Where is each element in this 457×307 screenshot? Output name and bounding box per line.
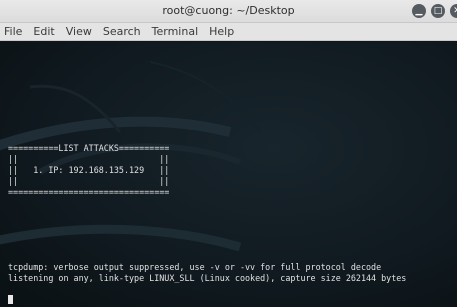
output-line: listening on any, link-type LINUX_SLL (L… [8, 273, 407, 283]
banner-line: || 1. IP: 192.168.135.129 || [8, 165, 170, 175]
menu-file[interactable]: File [4, 25, 22, 38]
attack-list-banner: ==========LIST ATTACKS========== || || |… [8, 143, 169, 198]
menu-bar: File Edit View Search Terminal Help [0, 23, 457, 41]
tcpdump-output: tcpdump: verbose output suppressed, use … [8, 262, 406, 284]
maximize-button[interactable]: □ [431, 4, 445, 18]
menu-view[interactable]: View [66, 25, 92, 38]
menu-help[interactable]: Help [209, 25, 234, 38]
menu-edit[interactable]: Edit [33, 25, 54, 38]
close-icon: ✕ [453, 6, 457, 16]
maximize-icon: □ [433, 6, 443, 16]
terminal-area[interactable]: ==========LIST ATTACKS========== || || |… [0, 42, 457, 307]
banner-line: || || [8, 176, 170, 186]
banner-line: || || [8, 154, 170, 164]
minimize-button[interactable]: ▁ [412, 4, 426, 18]
terminal-cursor [8, 295, 13, 304]
close-button[interactable]: ✕ [450, 4, 457, 18]
output-line: tcpdump: verbose output suppressed, use … [8, 262, 382, 272]
minimize-icon: ▁ [415, 6, 423, 16]
menu-search[interactable]: Search [103, 25, 141, 38]
terminal-window: root@cuong: ~/Desktop ▁ □ ✕ File Edit Vi… [0, 0, 457, 307]
title-bar[interactable]: root@cuong: ~/Desktop ▁ □ ✕ [0, 0, 457, 23]
banner-line: ==========LIST ATTACKS========== [8, 143, 170, 153]
menu-terminal[interactable]: Terminal [152, 25, 199, 38]
banner-line: ================================ [8, 187, 170, 197]
window-title: root@cuong: ~/Desktop [162, 4, 295, 17]
